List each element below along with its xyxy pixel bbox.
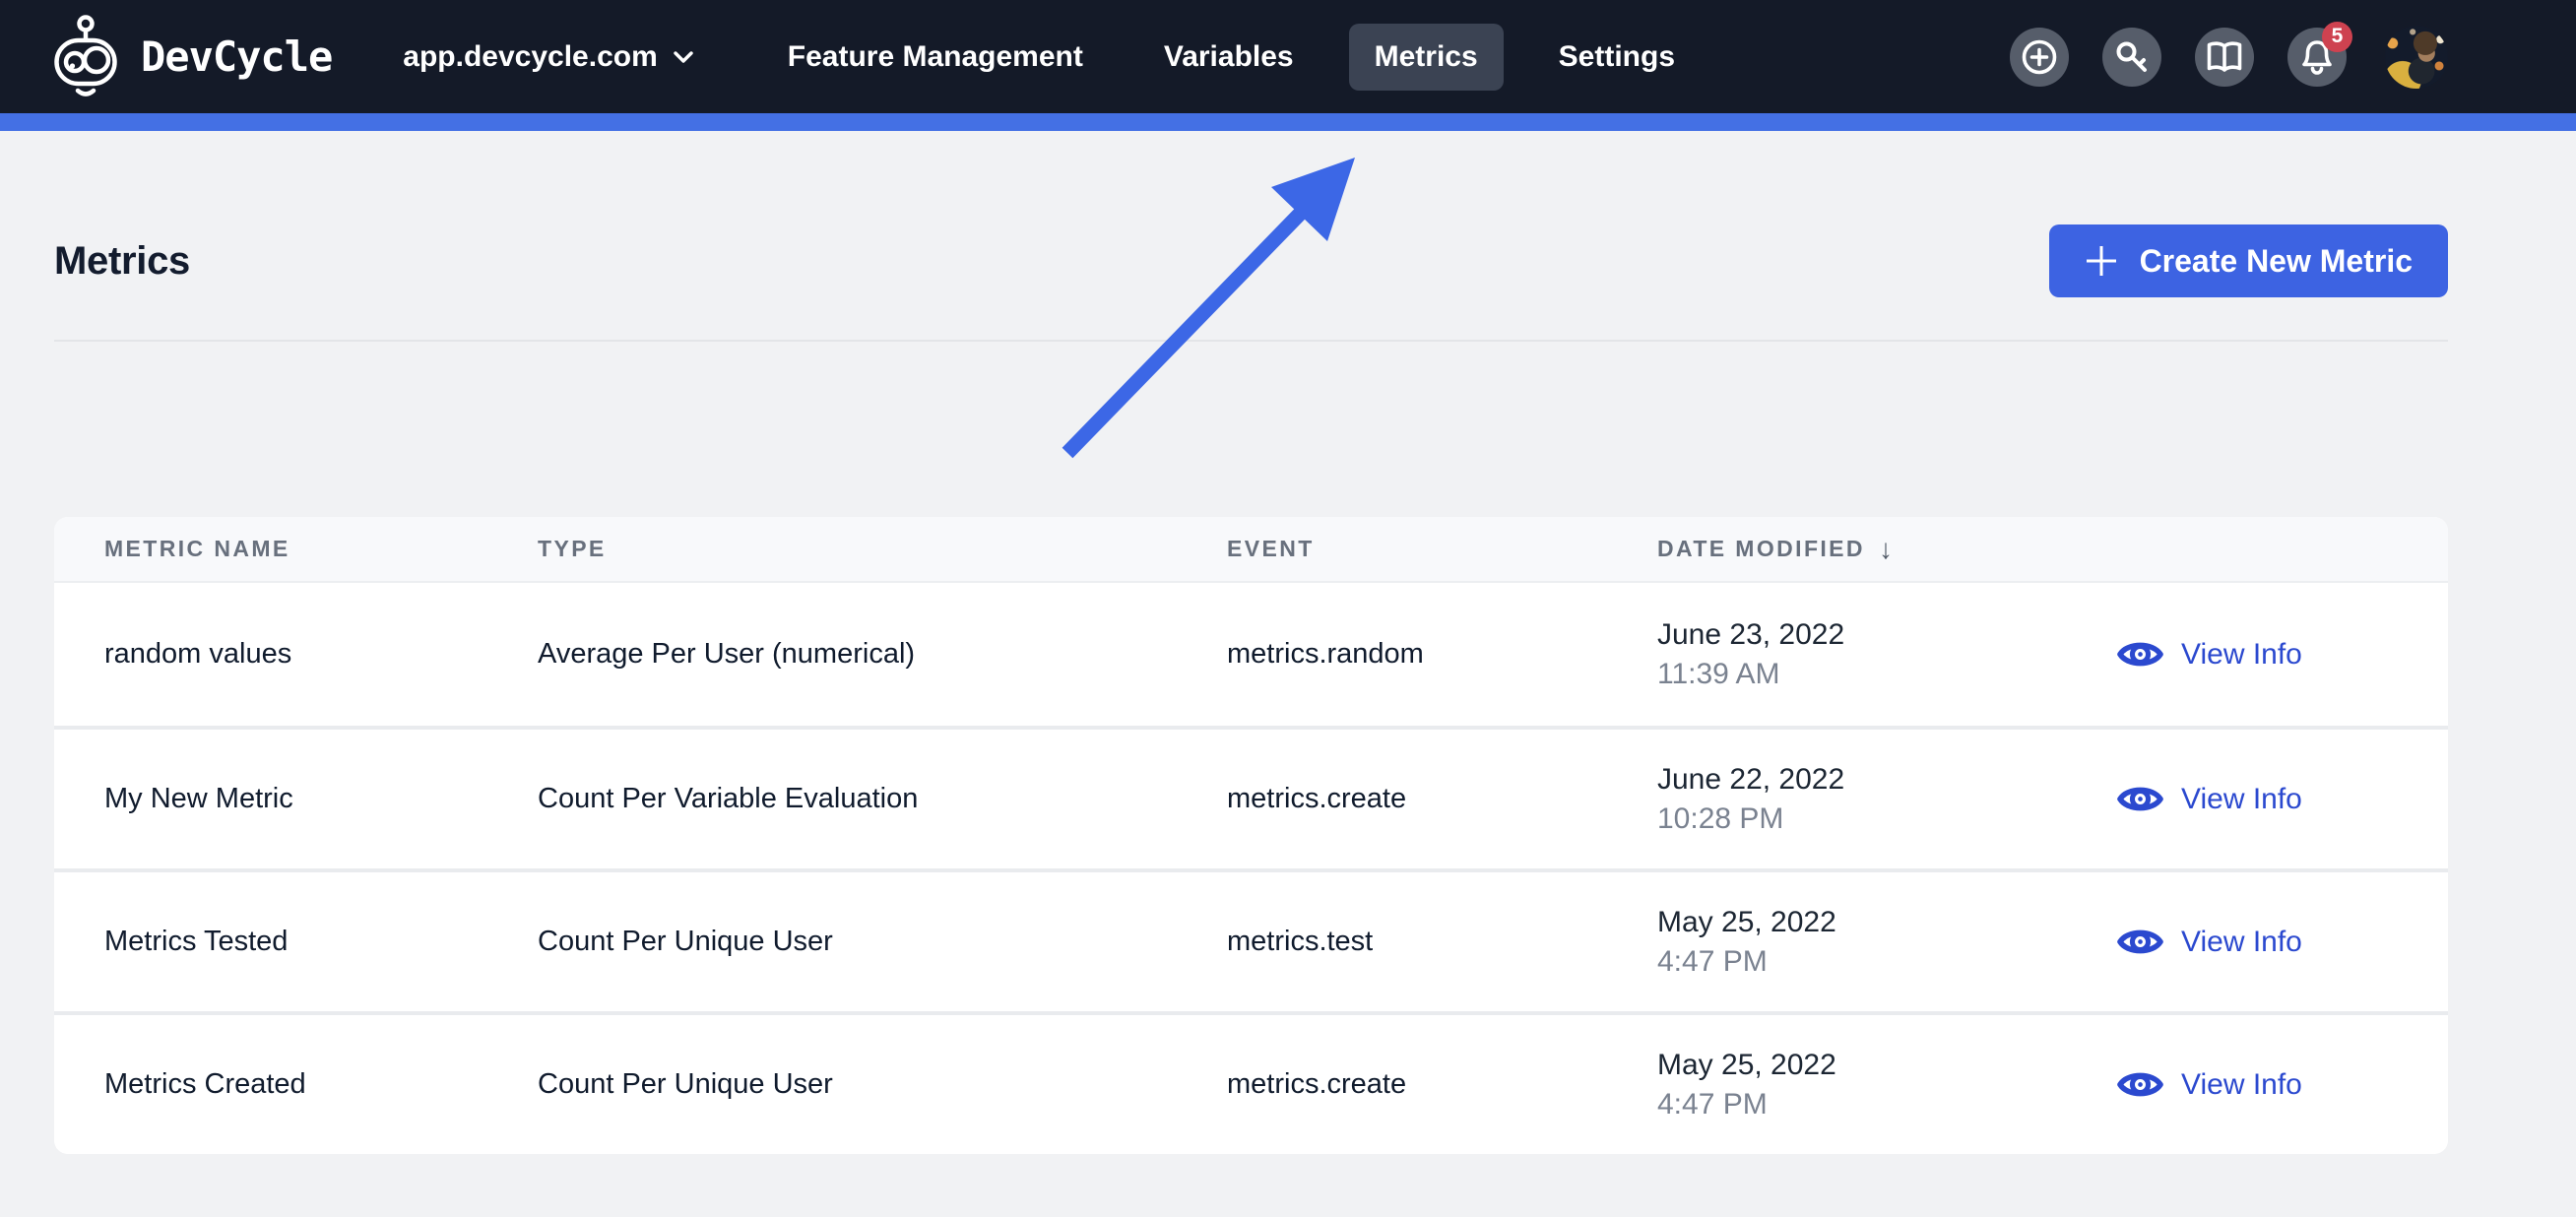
date-value: June 23, 2022	[1657, 617, 1845, 651]
event-cell: metrics.test	[1227, 926, 1374, 957]
brand[interactable]: DevCycle	[54, 14, 333, 99]
chevron-down-icon	[674, 50, 693, 63]
user-avatar[interactable]	[2385, 25, 2448, 89]
top-nav: DevCycle app.devcycle.com Feature Manage…	[0, 0, 2576, 113]
api-keys-button[interactable]	[2102, 27, 2161, 87]
sort-descending-icon: ↓	[1878, 533, 1893, 564]
column-header-date-modified[interactable]: DATE MODIFIED ↓	[1657, 534, 2117, 565]
header-divider	[54, 340, 2448, 342]
view-info-label: View Info	[2181, 782, 2302, 815]
plus-circle-icon	[2021, 38, 2058, 76]
time-value: 4:47 PM	[1657, 1087, 1768, 1121]
create-new-metric-label: Create New Metric	[2139, 242, 2413, 279]
table-header-row: METRIC NAME TYPE EVENT DATE MODIFIED ↓	[54, 517, 2448, 583]
nav-actions: 5	[2010, 21, 2448, 89]
docs-button[interactable]	[2195, 27, 2254, 87]
eye-icon	[2117, 636, 2163, 673]
nav-item-metrics[interactable]: Metrics	[1348, 23, 1504, 91]
notification-badge: 5	[2322, 21, 2352, 52]
create-new-metric-button[interactable]: Create New Metric	[2048, 224, 2448, 297]
view-info-link[interactable]: View Info	[2117, 781, 2302, 817]
key-icon	[2113, 38, 2151, 76]
metric-name-cell: My New Metric	[104, 783, 293, 814]
view-info-label: View Info	[2181, 925, 2302, 958]
type-cell: Count Per Unique User	[538, 926, 833, 957]
main-content: Metrics Create New Metric METRIC NAME TY…	[0, 224, 2576, 1154]
date-value: May 25, 2022	[1657, 1048, 1836, 1081]
metric-name-cell: Metrics Created	[104, 1068, 306, 1100]
view-info-label: View Info	[2181, 637, 2302, 671]
date-modified-cell: May 25, 2022 4:47 PM	[1657, 1046, 2117, 1124]
nav-item-variables[interactable]: Variables	[1138, 24, 1320, 91]
page-title: Metrics	[54, 238, 190, 283]
view-info-link[interactable]: View Info	[2117, 1066, 2302, 1103]
type-cell: Count Per Unique User	[538, 1068, 833, 1100]
org-selector-label: app.devcycle.com	[403, 39, 658, 73]
column-header-type: TYPE	[538, 536, 607, 561]
nav-item-settings[interactable]: Settings	[1533, 24, 1701, 91]
nav-item-feature-management[interactable]: Feature Management	[762, 24, 1109, 91]
date-modified-cell: June 22, 2022 10:28 PM	[1657, 760, 2117, 839]
date-modified-cell: June 23, 2022 11:39 AM	[1657, 615, 2117, 694]
brand-name: DevCycle	[141, 32, 333, 81]
date-value: May 25, 2022	[1657, 905, 1836, 938]
eye-icon	[2117, 781, 2163, 817]
event-cell: metrics.random	[1227, 638, 1424, 670]
table-row: My New Metric Count Per Variable Evaluat…	[54, 726, 2448, 868]
type-cell: Average Per User (numerical)	[538, 638, 916, 670]
eye-icon	[2117, 1066, 2163, 1103]
accent-bar	[0, 113, 2576, 131]
column-header-metric-name: METRIC NAME	[104, 536, 290, 561]
time-value: 4:47 PM	[1657, 944, 1768, 978]
date-value: June 22, 2022	[1657, 762, 1845, 796]
date-modified-cell: May 25, 2022 4:47 PM	[1657, 903, 2117, 982]
event-cell: metrics.create	[1227, 783, 1407, 814]
time-value: 11:39 AM	[1657, 657, 1780, 690]
add-button[interactable]	[2010, 27, 2069, 87]
time-value: 10:28 PM	[1657, 801, 1784, 835]
org-selector[interactable]: app.devcycle.com	[403, 39, 693, 74]
book-icon	[2205, 40, 2244, 74]
plus-icon	[2085, 244, 2118, 278]
table-row: random values Average Per User (numerica…	[54, 583, 2448, 726]
nav-links: Feature Management Variables Metrics Set…	[762, 23, 1701, 91]
view-info-link[interactable]: View Info	[2117, 924, 2302, 960]
metric-name-cell: Metrics Tested	[104, 926, 289, 957]
view-info-label: View Info	[2181, 1067, 2302, 1101]
table-row: Metrics Tested Count Per Unique User met…	[54, 868, 2448, 1011]
column-header-event: EVENT	[1227, 536, 1315, 561]
metric-name-cell: random values	[104, 638, 292, 670]
type-cell: Count Per Variable Evaluation	[538, 783, 919, 814]
event-cell: metrics.create	[1227, 1068, 1407, 1100]
view-info-link[interactable]: View Info	[2117, 636, 2302, 673]
notifications-button[interactable]: 5	[2287, 21, 2352, 87]
column-header-date-modified-label: DATE MODIFIED	[1657, 536, 1865, 561]
page-header: Metrics Create New Metric	[54, 224, 2448, 297]
table-row: Metrics Created Count Per Unique User me…	[54, 1011, 2448, 1154]
metrics-table: METRIC NAME TYPE EVENT DATE MODIFIED ↓ r…	[54, 517, 2448, 1154]
eye-icon	[2117, 924, 2163, 960]
devcycle-robot-logo-icon	[54, 14, 117, 99]
